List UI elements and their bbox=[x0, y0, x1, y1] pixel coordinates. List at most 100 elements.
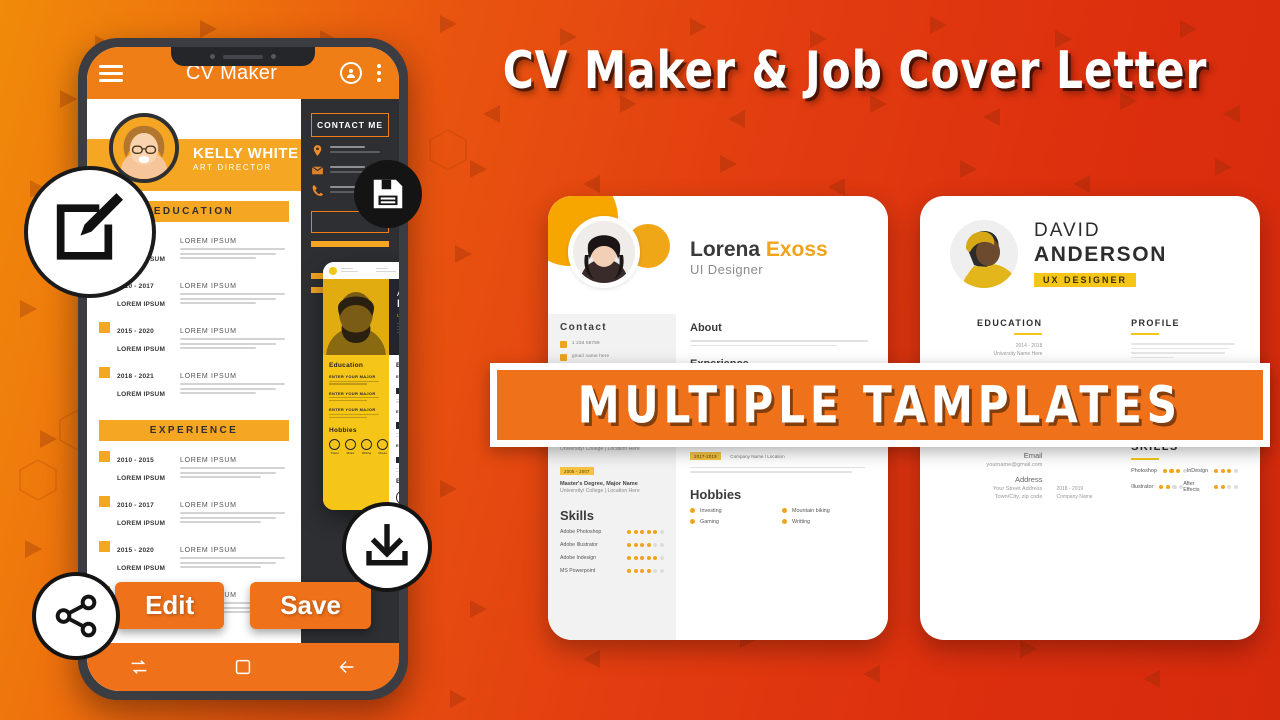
back-icon[interactable] bbox=[336, 656, 358, 678]
timeline-row: 2010 - 2015 LOREM IPSUM LOREM IPSUM bbox=[87, 449, 301, 494]
skill-rating bbox=[626, 555, 664, 561]
inner-experience-heading: Experience bbox=[396, 362, 399, 369]
date-chip: 2019 - 2021 bbox=[396, 456, 399, 464]
inner-avatar bbox=[323, 279, 389, 355]
phone-notch bbox=[171, 47, 315, 66]
sensor-dot bbox=[271, 54, 276, 59]
skill-row: Adobe Illustrator bbox=[560, 542, 664, 548]
inner-phone-mockup: ALEX BRAHAR UI DESIGNER Education ENTER … bbox=[323, 262, 399, 510]
inner-education-heading: Education bbox=[329, 362, 364, 369]
bullet-square bbox=[99, 367, 110, 378]
template1-header: Lorena Exoss UI Designer bbox=[548, 196, 888, 314]
hobby-icon bbox=[377, 438, 388, 450]
accent-bar bbox=[311, 241, 389, 247]
meta-placeholder bbox=[341, 267, 372, 274]
contact-me-button[interactable]: CONTACT ME bbox=[311, 113, 389, 137]
placeholder-text bbox=[180, 248, 289, 259]
date-chip: 2017 - 2019 bbox=[396, 422, 399, 429]
education-item: 2005 - 2007 Master's Degree, Major Name … bbox=[560, 467, 640, 494]
cv-role: ART DIRECTOR bbox=[193, 163, 272, 172]
hobby-item: Investing bbox=[690, 508, 782, 514]
inner-name-first: ALEX bbox=[397, 288, 399, 298]
timeline-row: 2015 - 2020 LOREM IPSUM LOREM IPSUM bbox=[87, 320, 301, 365]
timeline-row: 2010 - 2017 LOREM IPSUM LOREM IPSUM bbox=[87, 494, 301, 539]
contact-value: Town/City, zip code bbox=[994, 494, 1043, 500]
timeline-body: LOREM IPSUM bbox=[180, 494, 289, 530]
banner-text: MULTIPLE TAMPLATES bbox=[577, 375, 1183, 435]
phone-icon bbox=[311, 184, 324, 197]
timeline-row: 2015 - 2020 LOREM IPSUM LOREM IPSUM bbox=[87, 539, 301, 584]
share-icon[interactable] bbox=[32, 572, 120, 660]
profile-text bbox=[1131, 343, 1238, 358]
home-icon[interactable] bbox=[232, 656, 254, 678]
date-chip: 2005 - 2007 bbox=[560, 467, 594, 475]
inner-cv-body: Education ENTER YOUR MAJOR ENTER YOUR MA… bbox=[323, 355, 399, 510]
cv-identity: KELLY WHITE ART DIRECTOR bbox=[193, 145, 299, 172]
recents-icon[interactable] bbox=[128, 656, 150, 678]
placeholder-text bbox=[329, 397, 383, 402]
skill-rating bbox=[626, 542, 664, 548]
account-badge-icon[interactable] bbox=[340, 62, 362, 84]
contact-value: Your Street Address bbox=[992, 486, 1043, 492]
overflow-menu-icon[interactable] bbox=[371, 62, 387, 84]
education-item: 2014 - 2018 University Name Here bbox=[993, 343, 1043, 357]
download-icon[interactable] bbox=[342, 502, 432, 592]
hobby-icon bbox=[361, 438, 372, 450]
contact-row bbox=[301, 137, 399, 157]
bullet-square bbox=[99, 541, 110, 552]
placeholder-text bbox=[396, 398, 399, 403]
save-floppy-icon[interactable] bbox=[354, 160, 422, 228]
template2-role: UX DESIGNER bbox=[1034, 273, 1137, 287]
placeholder-text bbox=[396, 433, 399, 438]
template1-role: UI Designer bbox=[690, 262, 764, 277]
bullet-square bbox=[99, 322, 110, 333]
inner-name-last: BRAHAR bbox=[397, 298, 399, 310]
timeline-dates: 2010 - 2015 LOREM IPSUM bbox=[117, 457, 166, 482]
placeholder-text bbox=[180, 467, 289, 478]
hobby-item: Writing bbox=[361, 438, 372, 455]
edit-button[interactable]: Edit bbox=[115, 582, 225, 629]
camera-dot bbox=[210, 54, 215, 59]
experience-heading: EXPERIENCE bbox=[99, 420, 289, 441]
hobby-item: Writting bbox=[782, 519, 874, 525]
inner-hobbies-list: Travel Music Writing Chess bbox=[329, 438, 388, 455]
timeline-dates: 2015 - 2020 LOREM IPSUM bbox=[117, 547, 166, 572]
save-button[interactable]: Save bbox=[250, 582, 371, 629]
template2-name-last: ANDERSON bbox=[1034, 243, 1167, 266]
inner-expertise-heading: Expertise bbox=[396, 477, 399, 485]
timeline-body: LOREM IPSUM bbox=[180, 320, 289, 356]
placeholder-text bbox=[180, 293, 289, 304]
email-icon bbox=[311, 164, 324, 177]
inner-education-item: ENTER YOUR MAJOR bbox=[329, 391, 383, 402]
template1-avatar bbox=[568, 216, 640, 288]
timeline-body: LOREM IPSUM bbox=[180, 365, 289, 401]
skill-rating bbox=[1214, 468, 1238, 474]
bullet-square bbox=[99, 496, 110, 507]
contact-label: Address bbox=[1014, 475, 1043, 484]
skill-row: Adobe Photoshop bbox=[560, 529, 664, 535]
timeline-body: LOREM IPSUM bbox=[180, 449, 289, 485]
email-icon bbox=[560, 354, 567, 361]
inner-experience-item: Enter Job Position Here 2015 - 2017 bbox=[396, 374, 399, 403]
hamburger-icon[interactable] bbox=[99, 64, 123, 82]
location-icon bbox=[311, 144, 324, 157]
placeholder-text bbox=[180, 383, 289, 394]
template2-identity: DAVID ANDERSON UX DESIGNER bbox=[1034, 220, 1167, 318]
bullet-icon bbox=[782, 519, 787, 525]
meta-placeholder bbox=[376, 267, 399, 274]
edit-icon[interactable] bbox=[24, 166, 156, 298]
divider bbox=[1131, 333, 1160, 335]
placeholder-text bbox=[329, 413, 383, 418]
bullet-icon bbox=[690, 519, 695, 525]
hobby-item: Travel bbox=[329, 438, 340, 455]
logo-dot bbox=[329, 266, 337, 275]
skill-rating bbox=[1162, 468, 1187, 474]
profile-heading: PROFILE bbox=[1131, 318, 1180, 328]
inner-cv-identity: ALEX BRAHAR UI DESIGNER bbox=[389, 279, 399, 355]
inner-experience-item: Enter Job Position Here 2019 - 2021 bbox=[396, 443, 399, 472]
skill-row: Photoshop InDesign bbox=[1131, 468, 1238, 474]
bullet-square bbox=[99, 451, 110, 462]
about-text bbox=[690, 340, 874, 347]
skill-rating bbox=[626, 568, 664, 574]
